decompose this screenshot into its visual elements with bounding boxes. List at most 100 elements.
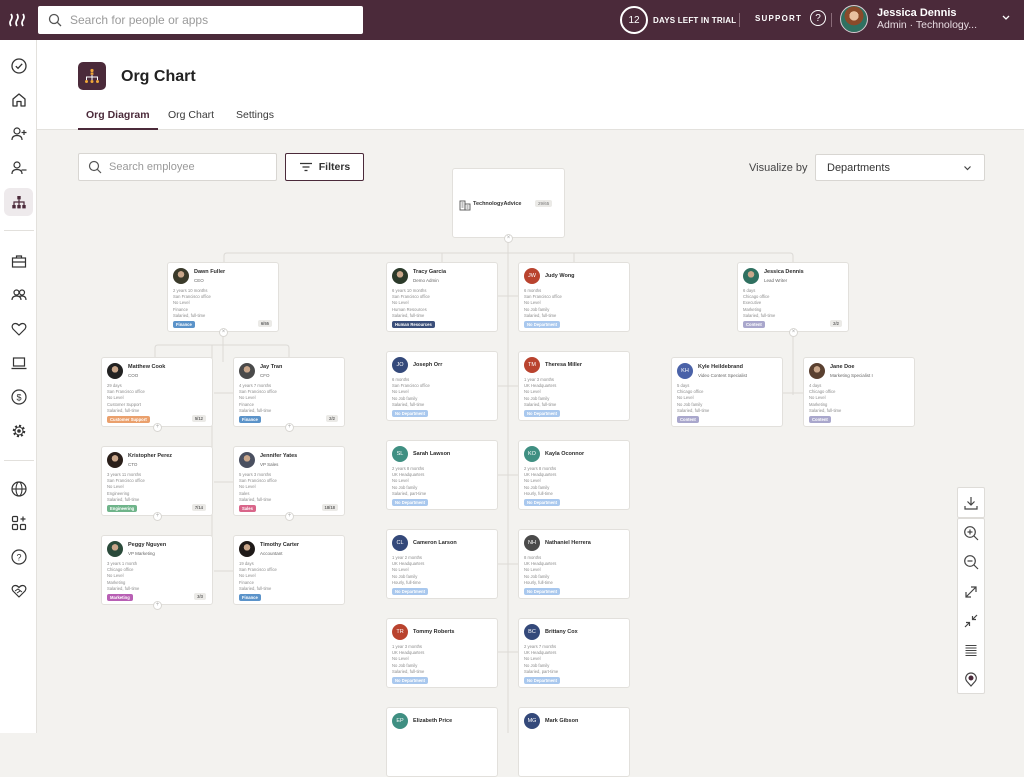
department-badge: Finance <box>239 416 261 423</box>
remove-person-icon[interactable] <box>4 154 33 182</box>
employee-name: Cameron Larson <box>413 540 457 546</box>
collapse-toggle[interactable]: × <box>789 328 798 337</box>
employee-card[interactable]: Jay Tran CFO 4 years 7 months San Francisco… <box>233 357 345 427</box>
tab-label: Settings <box>236 109 274 121</box>
employee-card[interactable]: Timothy Carter Accountant 19 days San Franc… <box>233 535 345 605</box>
employee-details: 19 days San Francisco office No Level Finan… <box>239 561 277 592</box>
employee-name: Kayla Oconnor <box>545 451 585 457</box>
check-circle-icon[interactable] <box>4 52 33 80</box>
employee-card[interactable]: KO Kayla Oconnor 2 years 8 months UK Headqu… <box>518 440 630 510</box>
employee-name: Kristopher Perez <box>128 453 173 459</box>
employee-card[interactable]: Peggy Nguyen VP Marketing 3 years 1 month C… <box>101 535 213 605</box>
employee-title: Video Content Specialist <box>698 373 747 378</box>
employee-card[interactable]: Jennifer Yates VP Sales 5 years 3 months Sa… <box>233 446 345 516</box>
employee-card[interactable]: CL Cameron Larson 1 year 2 months UK Headqu… <box>386 529 498 599</box>
employee-card[interactable]: Matthew Cook COO 29 days San Francisco offi… <box>101 357 213 427</box>
tab-org-chart[interactable]: Org Chart <box>168 109 214 130</box>
employee-card[interactable]: Jane Doe Marketing Specialist I 4 days Chic… <box>803 357 915 427</box>
help-icon[interactable]: ? <box>4 543 33 571</box>
employee-card[interactable]: SL Sarah Lawson 2 years 8 months UK Headqua… <box>386 440 498 510</box>
employee-name: Jay Tran <box>260 364 283 370</box>
filters-button[interactable]: Filters <box>285 153 364 181</box>
employee-card[interactable]: Jessica Dennis Lead Writer 6 days Chicago o… <box>737 262 849 332</box>
employee-search-input[interactable] <box>109 161 269 173</box>
detail-line: Salaried, full-time <box>392 401 425 407</box>
collapse-button[interactable] <box>958 606 984 635</box>
employee-title: CEO <box>194 278 204 283</box>
gear-icon[interactable] <box>4 417 33 445</box>
employee-card[interactable]: BC Brittany Cox 2 years 7 months UK Headqua… <box>518 618 630 688</box>
people-icon[interactable] <box>4 281 33 309</box>
heart-icon[interactable] <box>4 315 33 343</box>
visualize-by-select[interactable]: Departments <box>815 154 985 181</box>
list-view-button[interactable] <box>958 635 984 664</box>
global-search-input[interactable] <box>70 13 340 27</box>
sidebar-divider <box>4 460 34 461</box>
add-person-icon[interactable] <box>4 120 33 148</box>
collapse-toggle[interactable]: × <box>504 234 513 243</box>
download-tool-group <box>957 487 985 518</box>
employee-card[interactable]: JW Judy Wong 6 months San Francisco office N… <box>518 262 630 332</box>
expand-toggle[interactable]: + <box>153 423 162 432</box>
trial-indicator[interactable]: 12 DAYS LEFT IN TRIAL <box>620 6 736 34</box>
employee-name: Theresa Miller <box>545 362 582 368</box>
avatar-initials: JO <box>392 357 408 373</box>
employee-details: 6 months San Francisco office No Level No J… <box>524 288 562 319</box>
employee-details: 2 years 7 months UK Headquarters No Level N… <box>524 644 558 675</box>
briefcase-icon[interactable] <box>4 247 33 275</box>
reports-count-badge: 7/14 <box>191 504 206 511</box>
department-badge: No Department <box>524 499 561 506</box>
visualize-by-value: Departments <box>827 161 890 174</box>
tab-org-diagram[interactable]: Org Diagram <box>78 109 158 130</box>
expand-toggle[interactable]: + <box>153 512 162 521</box>
department-badge: Content <box>677 416 699 423</box>
expand-toggle[interactable]: + <box>285 423 294 432</box>
zoom-out-button[interactable] <box>958 548 984 577</box>
detail-line: Salaried, full-time <box>392 668 425 674</box>
expand-toggle[interactable]: + <box>153 601 162 610</box>
detail-line: Salaried, full-time <box>107 407 140 413</box>
download-button[interactable] <box>958 488 984 517</box>
employee-card[interactable]: TM Theresa Miller 1 year 3 months UK Headqu… <box>518 351 630 421</box>
avatar-photo <box>743 268 759 284</box>
employee-card[interactable]: MG Mark Gibson <box>518 707 630 777</box>
locate-pin-icon <box>965 671 977 687</box>
employee-details: 4 days Chicago office No Level Marketing Sal… <box>809 383 841 414</box>
user-menu[interactable]: Jessica Dennis Admin · Technology... <box>840 5 977 33</box>
dollar-icon[interactable]: $ <box>4 383 33 411</box>
home-icon[interactable] <box>4 86 33 114</box>
apps-add-icon[interactable] <box>4 509 33 537</box>
org-root-card[interactable]: TechnologyAdvice 29/65 <box>452 168 565 238</box>
employee-card[interactable]: JO Joseph Orr 6 months San Francisco office… <box>386 351 498 421</box>
collapse-toggle[interactable]: × <box>219 328 228 337</box>
reports-count-badge: 5/12 <box>191 415 206 422</box>
handshake-icon[interactable] <box>4 577 33 605</box>
avatar-initials: EP <box>392 713 408 729</box>
employee-card[interactable]: NH Nathaniel Herrera 8 months UK Headquarte… <box>518 529 630 599</box>
laptop-icon[interactable] <box>4 349 33 377</box>
locate-button[interactable] <box>958 664 984 693</box>
avatar-photo <box>107 541 123 557</box>
support-label: SUPPORT <box>755 13 803 23</box>
employee-search[interactable] <box>78 153 277 181</box>
employee-card[interactable]: EP Elizabeth Price <box>386 707 498 777</box>
employee-card[interactable]: Kristopher Perez CTO 3 years 11 months San … <box>101 446 213 516</box>
tab-settings[interactable]: Settings <box>236 109 274 130</box>
zoom-in-button[interactable] <box>958 519 984 548</box>
expand-toggle[interactable]: + <box>285 512 294 521</box>
employee-card[interactable]: Tracy Garcia Demo Admin 6 years 10 months S… <box>386 262 498 332</box>
chevron-down-icon[interactable] <box>1001 14 1011 25</box>
global-search[interactable] <box>38 6 363 34</box>
expand-button[interactable] <box>958 577 984 606</box>
filters-label: Filters <box>318 161 351 173</box>
org-chart-icon[interactable] <box>4 188 33 216</box>
app-logo[interactable] <box>8 10 30 30</box>
globe-icon[interactable] <box>4 475 33 503</box>
support-button[interactable]: SUPPORT ? <box>755 10 827 26</box>
avatar-initials: TM <box>524 357 540 373</box>
employee-card[interactable]: KH Kyle Heildebrand Video Content Speciali… <box>671 357 783 427</box>
visualize-by-label: Visualize by <box>749 162 808 174</box>
employee-card[interactable]: Dawn Fuller CEO 2 years 10 months San Franc… <box>167 262 279 332</box>
employee-card[interactable]: TR Tommy Roberts 1 year 3 months UK Headqua… <box>386 618 498 688</box>
department-badge: Finance <box>239 594 261 601</box>
